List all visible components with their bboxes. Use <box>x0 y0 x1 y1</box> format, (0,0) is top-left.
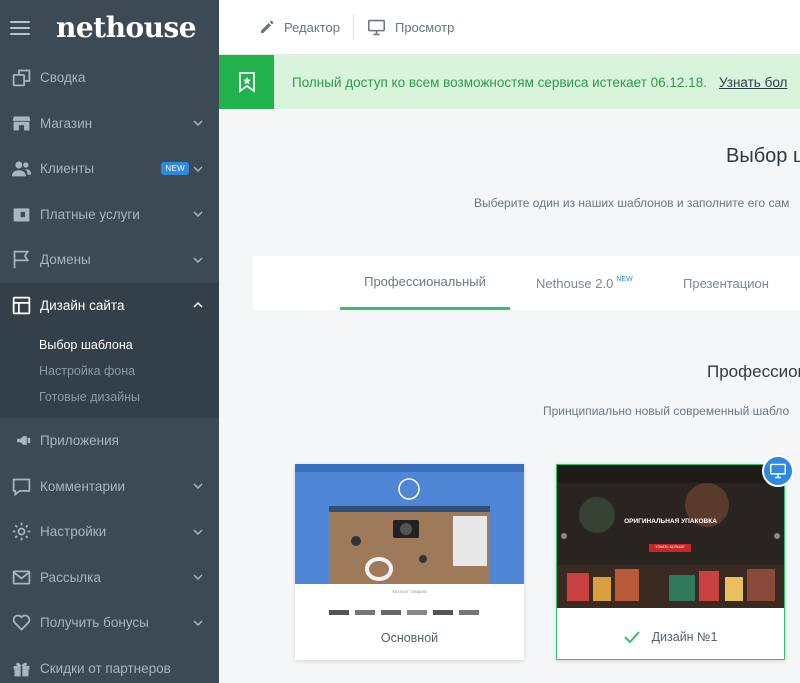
sidebar-item-site-design[interactable]: Дизайн сайта <box>0 282 219 328</box>
editor-label: Редактор <box>284 19 340 35</box>
sidebar-item-store[interactable]: Магазин <box>0 101 219 147</box>
chevron-down-icon <box>193 118 203 128</box>
chevron-down-icon <box>193 618 203 628</box>
template-card-basic[interactable]: Каталог товаров Основной <box>295 464 524 660</box>
preview-label: Просмотр <box>394 19 455 35</box>
tab-presentation[interactable]: Презентацион <box>683 256 769 310</box>
catalog-label: Каталог товаров <box>392 589 427 594</box>
chevron-down-icon <box>193 572 203 582</box>
sidebar-item-label: Платные услуги <box>40 206 140 222</box>
tab-professional[interactable]: Профессиональный <box>340 256 510 310</box>
preview-button[interactable]: Просмотр <box>367 19 454 36</box>
comment-icon <box>10 475 32 497</box>
topbar: Редактор Просмотр <box>219 0 800 55</box>
flag-icon <box>10 249 32 271</box>
sidebar-item-mailing[interactable]: Рассылка <box>0 555 219 601</box>
chevron-down-icon <box>193 164 203 174</box>
sidebar-item-label: Настройки <box>40 524 107 540</box>
page-subtitle: Выберите один из наших шаблонов и заполн… <box>474 196 790 210</box>
chevron-down-icon <box>193 481 203 491</box>
template-tabs: Профессиональный Nethouse 2.0 NEW Презен… <box>253 256 800 310</box>
card-caption: Основной <box>295 615 524 660</box>
editor-button[interactable]: Редактор <box>259 19 340 35</box>
chevron-up-icon <box>193 300 203 310</box>
main-content: Выбор ш Выберите один из наших шаблонов … <box>219 109 800 683</box>
sidebar-item-partner-discounts[interactable]: Скидки от партнеров <box>0 646 219 683</box>
sidebar-item-label: Магазин <box>40 115 93 131</box>
wallet-icon <box>10 203 32 225</box>
sidebar-item-label: Получить бонусы <box>40 615 149 631</box>
tab-label: Презентацион <box>683 275 769 291</box>
sidebar-header: nethouse <box>0 0 219 55</box>
sidebar-item-comments[interactable]: Комментарии <box>0 464 219 510</box>
new-badge: NEW <box>161 162 189 176</box>
store-icon <box>10 112 32 134</box>
sidebar-item-label: Скидки от партнеров <box>40 660 171 676</box>
screen-preview-icon[interactable] <box>762 455 794 487</box>
template-preview-basic: Каталог товаров <box>295 464 524 615</box>
hero-text: ОРИГИНАЛЬНАЯ УПАКОВКА <box>624 518 717 525</box>
hamburger-menu-icon[interactable] <box>10 20 30 35</box>
check-icon <box>623 630 640 643</box>
copy-icon <box>10 67 32 89</box>
sidebar-item-label: Домены <box>40 252 91 268</box>
chevron-down-icon <box>193 255 203 265</box>
submenu-item-ready-designs[interactable]: Готовые дизайны <box>0 384 219 410</box>
chevron-down-icon <box>193 209 203 219</box>
mail-icon <box>10 566 32 588</box>
banner-learn-more-link[interactable]: Узнать бол <box>719 75 787 90</box>
gift-icon <box>10 657 32 679</box>
subscription-banner: Полный доступ ко всем возможностям серви… <box>219 55 800 109</box>
sidebar-item-bonuses[interactable]: Получить бонусы <box>0 600 219 646</box>
gear-icon <box>10 521 32 543</box>
sidebar-item-apps[interactable]: Приложения <box>0 418 219 464</box>
heart-icon <box>10 612 32 634</box>
card-caption: Дизайн №1 <box>557 614 784 659</box>
plug-icon <box>10 430 32 452</box>
sidebar-item-label: Рассылка <box>40 569 101 585</box>
layout-icon <box>10 294 32 316</box>
card-caption-text: Дизайн №1 <box>651 629 718 644</box>
new-badge: NEW <box>616 275 633 283</box>
sidebar-item-label: Сводка <box>40 70 86 86</box>
pencil-icon <box>261 20 274 33</box>
sidebar-item-label: Комментарии <box>40 478 126 494</box>
template-preview-design-1: ОРИГИНАЛЬНАЯ УПАКОВКА УЗНАТЬ БОЛЬШЕ <box>557 465 784 608</box>
banner-text: Полный доступ ко всем возможностям серви… <box>292 74 707 90</box>
template-card-design-1[interactable]: ОРИГИНАЛЬНАЯ УПАКОВКА УЗНАТЬ БОЛЬШЕ Диза… <box>556 455 794 660</box>
section-subtitle: Принципиально новый современный шабло <box>543 404 790 418</box>
sidebar-item-label: Клиенты <box>40 161 95 177</box>
design-submenu: Выбор шаблона Настройка фона Готовые диз… <box>0 328 219 418</box>
tab-nethouse-2[interactable]: Nethouse 2.0 NEW <box>536 256 633 310</box>
bookmark-star-icon <box>219 55 274 109</box>
sidebar-item-paid-services[interactable]: Платные услуги <box>0 192 219 238</box>
sidebar-item-settings[interactable]: Настройки <box>0 509 219 555</box>
tab-label: Профессиональный <box>364 274 486 289</box>
monitor-icon <box>367 19 385 35</box>
submenu-item-template-choice[interactable]: Выбор шаблона <box>0 332 219 358</box>
tab-label: Nethouse 2.0 <box>536 275 614 291</box>
chevron-down-icon <box>193 527 203 537</box>
sidebar-item-domains[interactable]: Домены <box>0 237 219 283</box>
topbar-divider <box>352 14 354 40</box>
sidebar-item-clients[interactable]: Клиенты NEW <box>0 146 219 192</box>
logo[interactable]: nethouse <box>56 11 197 44</box>
sidebar-item-label: Дизайн сайта <box>40 297 125 313</box>
page-title: Выбор ш <box>726 145 800 167</box>
sidebar-item-summary[interactable]: Сводка <box>0 55 219 101</box>
section-title: Профессион <box>707 362 800 381</box>
users-icon <box>10 158 32 180</box>
sidebar: nethouse Сводка Магазин Клиенты NEW Плат… <box>0 0 219 683</box>
sidebar-item-label: Приложения <box>40 433 119 449</box>
hero-button: УЗНАТЬ БОЛЬШЕ <box>655 545 685 549</box>
card-caption-text: Основной <box>380 630 439 645</box>
submenu-item-background-settings[interactable]: Настройка фона <box>0 358 219 384</box>
